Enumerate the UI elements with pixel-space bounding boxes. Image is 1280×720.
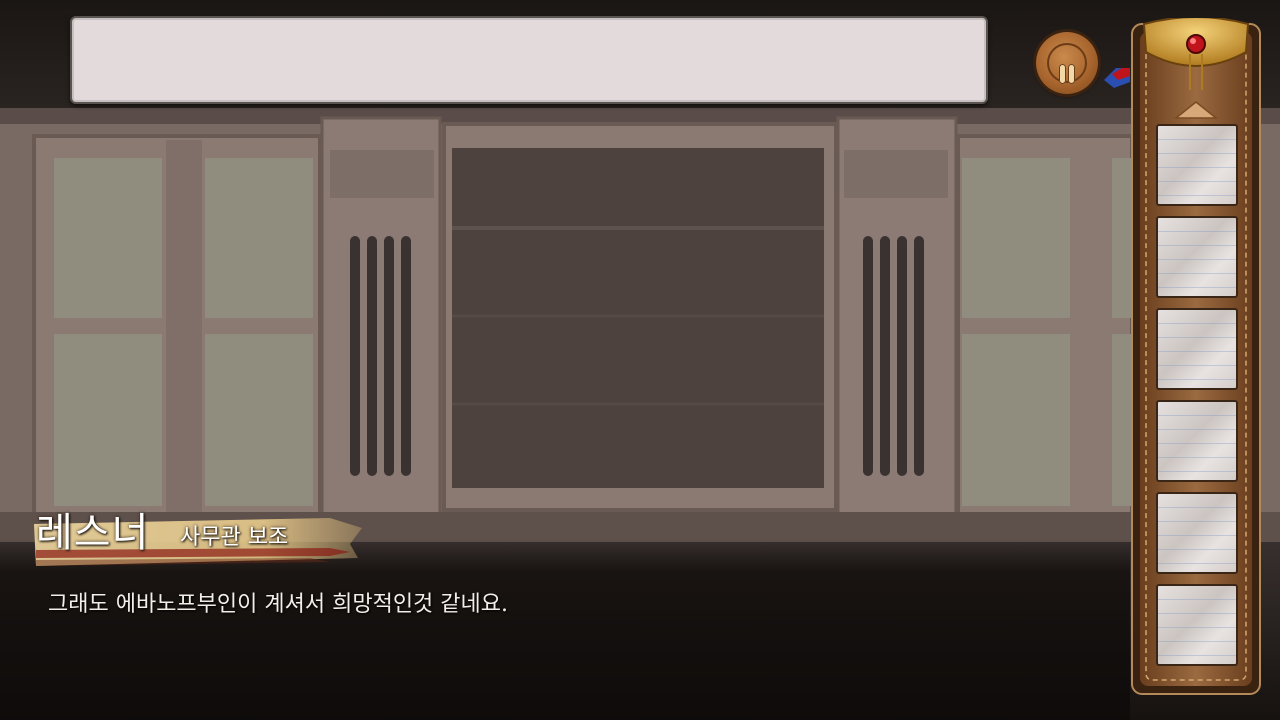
- inventory-slot-3[interactable]: [1156, 308, 1238, 390]
- inventory-slot-6[interactable]: [1156, 584, 1238, 666]
- inventory-slot-1[interactable]: [1156, 124, 1238, 206]
- inventory-slot-4[interactable]: [1156, 400, 1238, 482]
- inventory-panel: [1128, 18, 1264, 698]
- inventory-slot-5[interactable]: [1156, 492, 1238, 574]
- speaker-role: 사무관 보조: [180, 525, 289, 550]
- inventory-slot-2[interactable]: [1156, 216, 1238, 298]
- pause-bar-left: [1059, 64, 1066, 84]
- pause-button[interactable]: [1036, 32, 1098, 94]
- game-screen: 레스너 사무관 보조 그래도 에바노프부인이 계셔서 희망적인것 같네요.: [0, 0, 1280, 720]
- dialogue-text: 그래도 에바노프부인이 계셔서 희망적인것 같네요.: [48, 592, 509, 617]
- top-text-bar[interactable]: [70, 16, 988, 104]
- speaker-name: 레스너: [36, 510, 150, 556]
- pause-bar-right: [1068, 64, 1075, 84]
- pause-icon: [1047, 43, 1087, 84]
